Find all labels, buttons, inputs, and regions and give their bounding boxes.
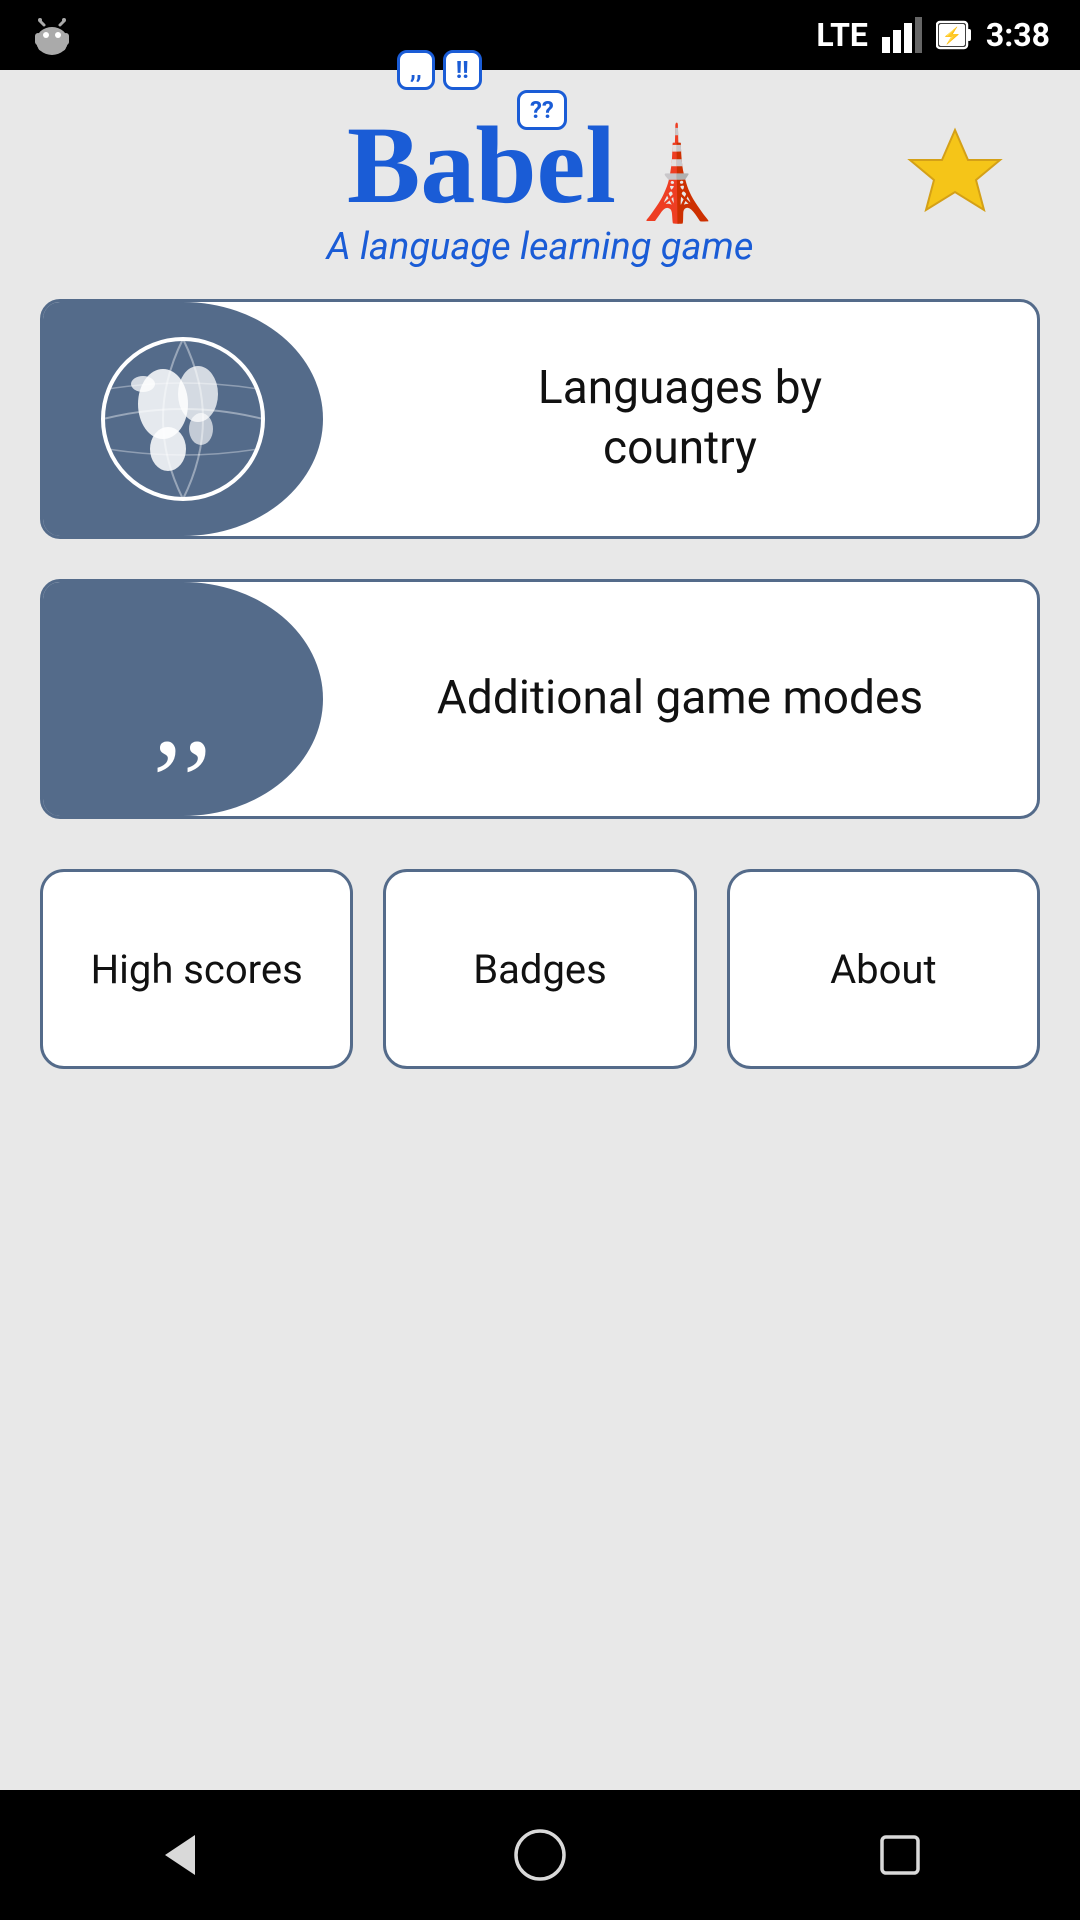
lte-label: LTE <box>816 16 868 54</box>
status-bar-left <box>30 0 74 70</box>
badges-label: Badges <box>473 946 607 993</box>
game-buttons-container: Languages bycountry ,, Additional game m… <box>40 299 1040 819</box>
home-icon <box>510 1825 570 1885</box>
battery-icon: ⚡ <box>936 17 972 53</box>
globe-icon <box>93 329 273 509</box>
app-header: Babel ,, !! ?? 🗼 A language learning gam… <box>40 110 1040 269</box>
quotes-icon-container: ,, <box>43 582 323 816</box>
logo-row: Babel ,, !! ?? 🗼 <box>347 110 733 220</box>
app-subtitle: A language learning game <box>327 225 754 269</box>
main-content: Babel ,, !! ?? 🗼 A language learning gam… <box>0 70 1080 1790</box>
back-button[interactable] <box>140 1815 220 1895</box>
speech-bubbles: ,, !! <box>397 50 482 90</box>
additional-game-modes-label: Additional game modes <box>323 582 1037 816</box>
recents-icon <box>870 1825 930 1885</box>
bottom-buttons-container: High scores Badges About <box>40 869 1040 1069</box>
home-button[interactable] <box>500 1815 580 1895</box>
status-icons: LTE ⚡ 3:38 <box>816 16 1050 54</box>
languages-by-country-label: Languages bycountry <box>323 302 1037 536</box>
globe-icon-container <box>43 302 323 536</box>
bubble-2: !! <box>443 50 482 90</box>
status-bar: LTE ⚡ 3:38 <box>0 0 1080 70</box>
time-display: 3:38 <box>986 16 1050 54</box>
logo-container: Babel ,, !! ?? 🗼 A language learning gam… <box>327 110 754 269</box>
signal-icon <box>882 17 922 53</box>
android-icon <box>30 13 74 57</box>
bubble-1: ,, <box>397 50 435 90</box>
about-label: About <box>830 946 937 993</box>
logo-graphic: Babel ,, !! ?? 🗼 <box>347 110 733 220</box>
tower-icon: 🗼 <box>621 130 733 220</box>
navigation-bar <box>0 1790 1080 1920</box>
speech-bubbles-2: ?? <box>517 90 567 130</box>
about-button[interactable]: About <box>727 869 1040 1069</box>
star-icon <box>900 120 1010 230</box>
languages-by-country-button[interactable]: Languages bycountry <box>40 299 1040 539</box>
additional-game-modes-button[interactable]: ,, Additional game modes <box>40 579 1040 819</box>
bubble-3: ?? <box>517 90 567 130</box>
badges-button[interactable]: Badges <box>383 869 696 1069</box>
svg-text:⚡: ⚡ <box>942 26 962 45</box>
quotes-icon: ,, <box>153 624 213 774</box>
favorites-star[interactable] <box>900 120 1010 234</box>
back-icon <box>150 1825 210 1885</box>
recents-button[interactable] <box>860 1815 940 1895</box>
high-scores-label: High scores <box>91 946 303 993</box>
high-scores-button[interactable]: High scores <box>40 869 353 1069</box>
babel-text: Babel <box>347 110 616 220</box>
